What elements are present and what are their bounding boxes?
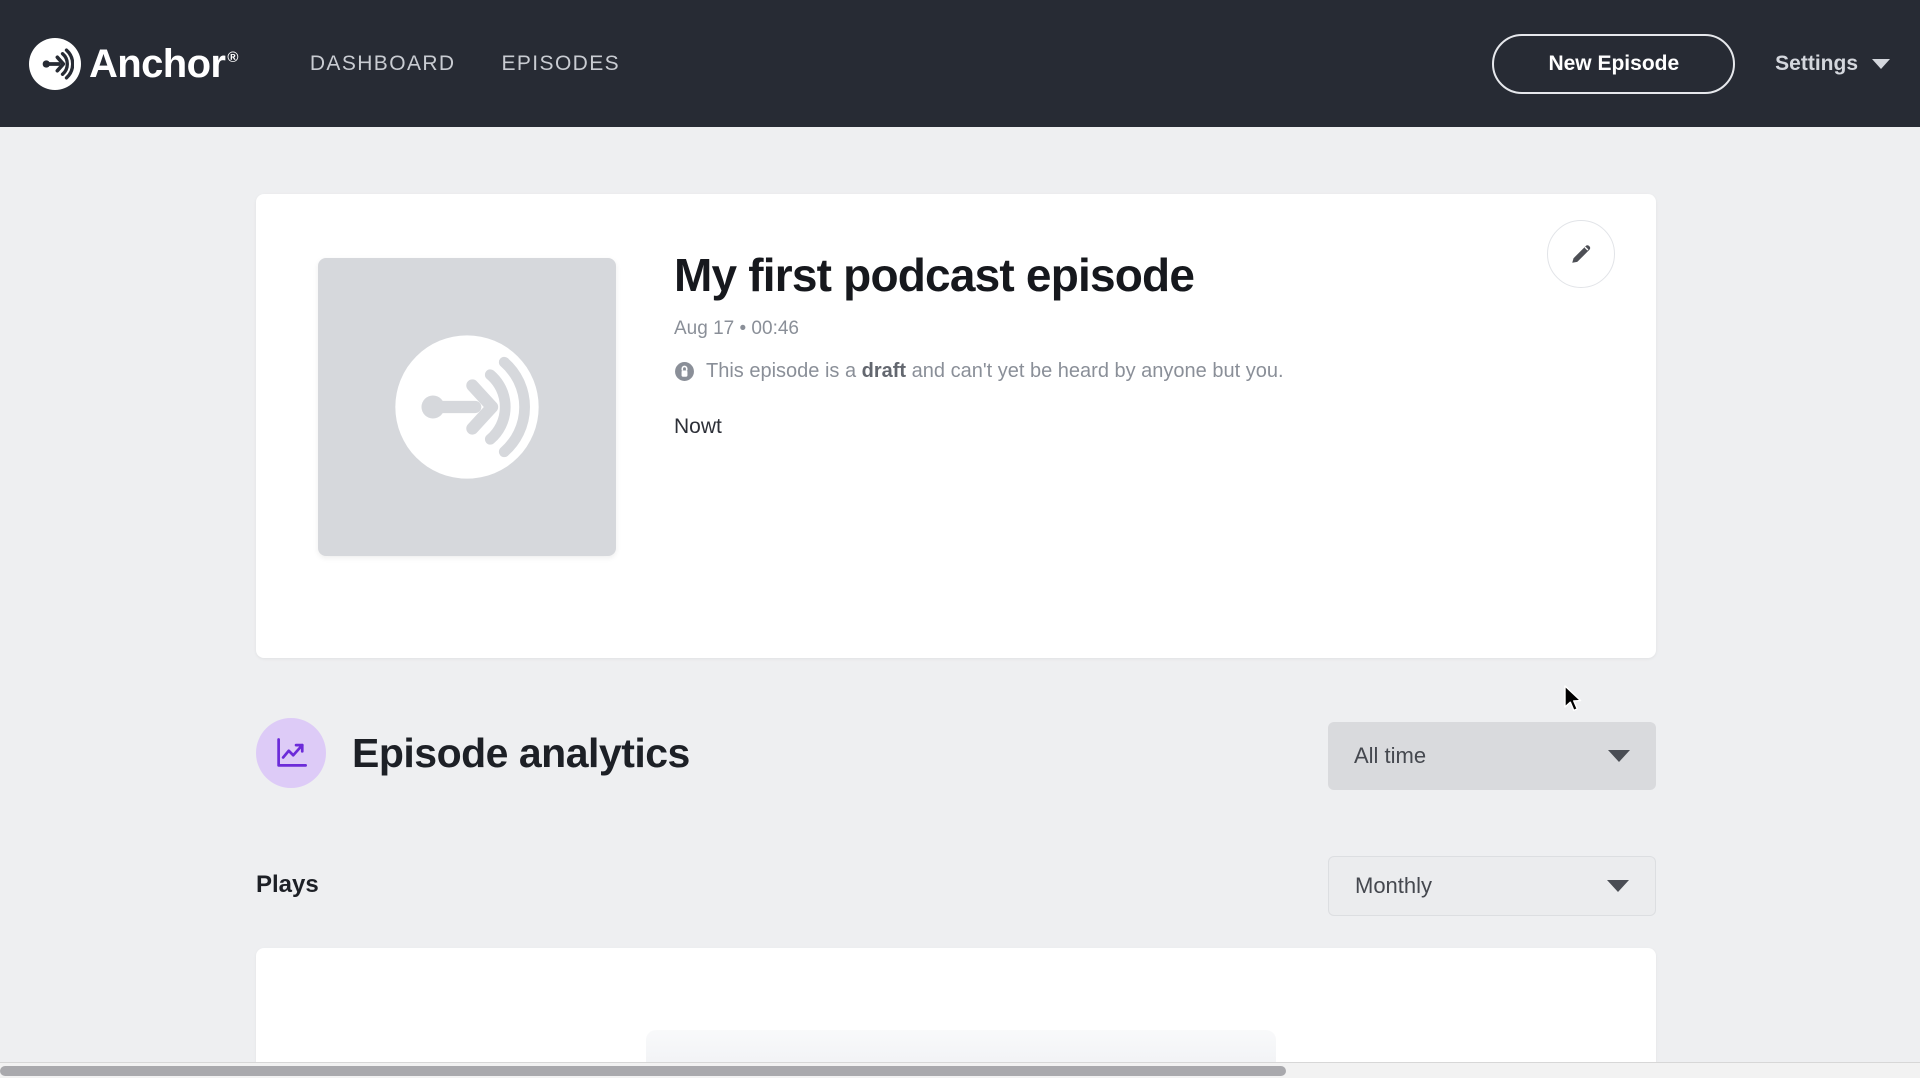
chevron-down-icon: [1607, 880, 1629, 892]
episode-cover-art: [318, 258, 616, 556]
nav-item-episodes[interactable]: EPISODES: [501, 52, 620, 76]
time-range-value: All time: [1354, 743, 1427, 768]
interval-value: Monthly: [1355, 873, 1433, 898]
plays-chart-panel: [256, 948, 1656, 1078]
anchor-logo[interactable]: Anchor ®: [29, 34, 238, 94]
header-actions: New Episode Settings: [1492, 33, 1890, 94]
lock-icon: [674, 361, 695, 382]
analytics-section-header: Episode analytics: [256, 718, 690, 788]
horizontal-scrollbar-thumb[interactable]: [0, 1066, 1286, 1076]
registered-mark: ®: [227, 49, 238, 67]
primary-nav: DASHBOARD EPISODES: [310, 52, 620, 76]
settings-label: Settings: [1775, 51, 1858, 75]
brand-name-text: Anchor: [89, 41, 226, 86]
draft-notice-text: This episode is a draft and can't yet be…: [706, 360, 1284, 383]
draft-keyword: draft: [861, 359, 907, 382]
episode-details: My first podcast episode Aug 17 • 00:46 …: [674, 249, 1536, 439]
episode-title: My first podcast episode: [674, 249, 1195, 301]
chevron-down-icon: [1608, 750, 1630, 762]
anchor-broadcast-icon: [395, 335, 539, 479]
interval-select[interactable]: Monthly: [1328, 856, 1656, 916]
settings-menu[interactable]: Settings: [1775, 52, 1890, 76]
draft-status-notice: This episode is a draft and can't yet be…: [674, 360, 1536, 383]
time-range-select[interactable]: All time: [1328, 722, 1656, 790]
draft-suffix: and can't yet be heard by anyone but you…: [906, 359, 1284, 382]
analytics-title: Episode analytics: [352, 729, 690, 776]
chevron-down-icon: [1872, 58, 1890, 69]
episode-card: My first podcast episode Aug 17 • 00:46 …: [256, 194, 1656, 658]
episode-meta: Aug 17 • 00:46: [674, 317, 799, 339]
horizontal-scrollbar[interactable]: [0, 1062, 1920, 1078]
episode-description: Nowt: [674, 414, 722, 438]
top-navigation-bar: Anchor ® DASHBOARD EPISODES New Episode S…: [0, 0, 1920, 127]
brand-name: Anchor ®: [89, 44, 238, 84]
nav-item-dashboard[interactable]: DASHBOARD: [310, 52, 456, 76]
draft-prefix: This episode is a: [706, 359, 862, 382]
plays-label: Plays: [256, 871, 319, 898]
app-page: Anchor ® DASHBOARD EPISODES New Episode S…: [0, 0, 1920, 1078]
new-episode-button[interactable]: New Episode: [1492, 33, 1736, 94]
mouse-cursor: [1563, 685, 1585, 715]
line-chart-up-icon: [256, 718, 326, 788]
anchor-broadcast-icon: [29, 37, 81, 90]
edit-episode-button[interactable]: [1547, 220, 1615, 288]
pencil-icon: [1572, 245, 1591, 263]
